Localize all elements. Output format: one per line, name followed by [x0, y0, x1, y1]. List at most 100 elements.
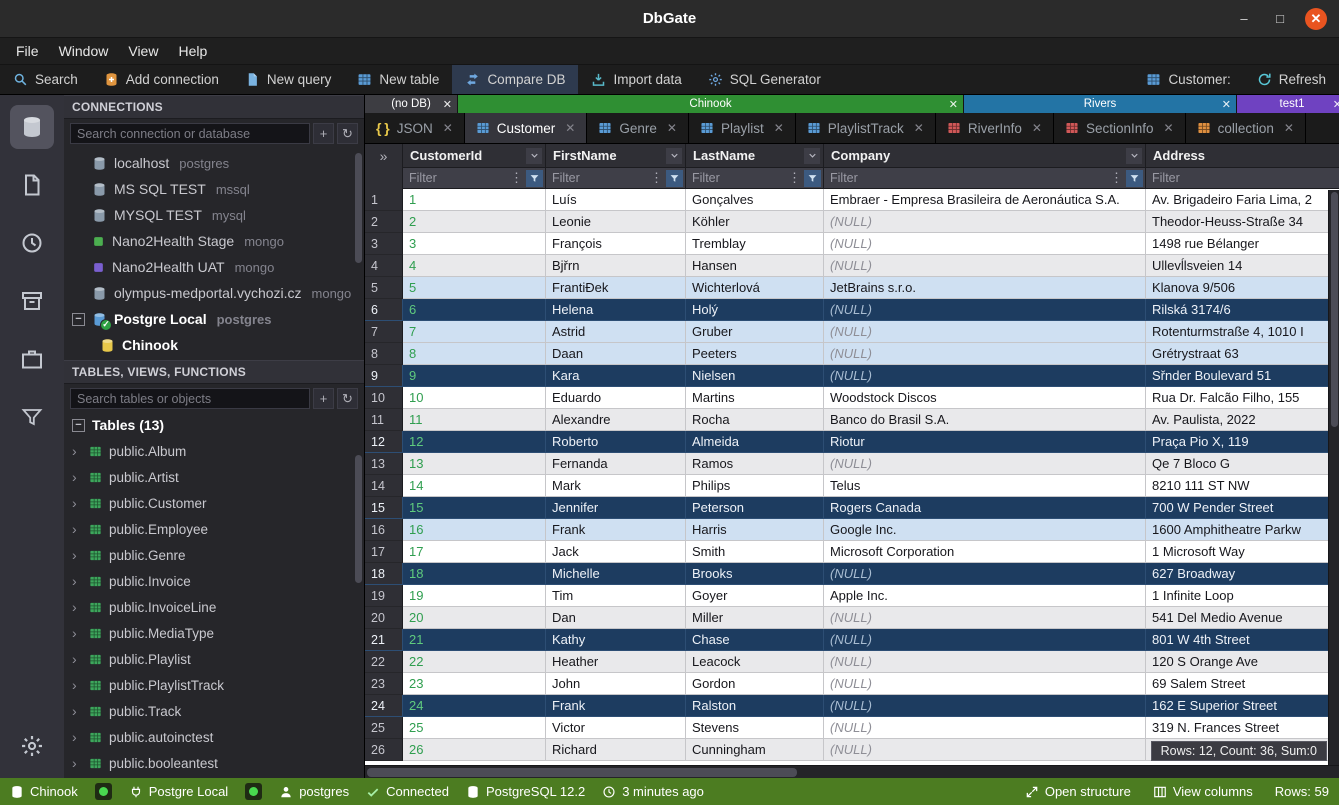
- cell-lastname[interactable]: Chase: [686, 629, 824, 651]
- cell-address[interactable]: Rua Dr. Falcão Filho, 155: [1146, 387, 1339, 409]
- tab-group-rivers[interactable]: Rivers ✕: [964, 95, 1236, 113]
- row-number[interactable]: 24: [365, 695, 403, 717]
- cell-address[interactable]: Qe 7 Bloco G: [1146, 453, 1339, 475]
- statusbar-postgre-local[interactable]: Postgre Local: [129, 784, 229, 799]
- cell-customerid[interactable]: 3: [403, 233, 546, 255]
- cell-address[interactable]: 319 N. Frances Street: [1146, 717, 1339, 739]
- cell-company[interactable]: (NULL): [824, 607, 1146, 629]
- row-number[interactable]: 25: [365, 717, 403, 739]
- cell-company[interactable]: Rogers Canada: [824, 497, 1146, 519]
- cell-lastname[interactable]: Tremblay: [686, 233, 824, 255]
- chevron-right-icon[interactable]: ›: [72, 547, 82, 563]
- filter-funnel-button[interactable]: [1126, 170, 1143, 187]
- cell-address[interactable]: Klanova 9/506: [1146, 277, 1339, 299]
- table-row[interactable]: 18 18 Michelle Brooks (NULL) 627 Broadwa…: [365, 563, 1339, 585]
- row-number[interactable]: 8: [365, 343, 403, 365]
- table-row[interactable]: 21 21 Kathy Chase (NULL) 801 W 4th Stree…: [365, 629, 1339, 651]
- rail-history-button[interactable]: [10, 221, 54, 265]
- cell-firstname[interactable]: Alexandre: [546, 409, 686, 431]
- connection-item-nano2health-stage[interactable]: Nano2Health Stage mongo: [64, 228, 364, 254]
- cell-lastname[interactable]: Leacock: [686, 651, 824, 673]
- connection-item-olympus-medportal-vychozi-cz[interactable]: olympus-medportal.vychozi.cz mongo: [64, 280, 364, 306]
- cell-address[interactable]: 162 E Superior Street: [1146, 695, 1339, 717]
- tab-collection[interactable]: collection ✕: [1186, 113, 1306, 143]
- cell-company[interactable]: Banco do Brasil S.A.: [824, 409, 1146, 431]
- customer-action-button[interactable]: Customer:: [1133, 65, 1243, 94]
- cell-firstname[interactable]: Astrid: [546, 321, 686, 343]
- tab-json[interactable]: { } JSON ✕: [365, 113, 465, 143]
- cell-customerid[interactable]: 13: [403, 453, 546, 475]
- column-menu-button[interactable]: [804, 148, 820, 164]
- tables-search-input[interactable]: [70, 388, 310, 409]
- connection-item-localhost[interactable]: localhost postgres: [64, 150, 364, 176]
- chevron-right-icon[interactable]: ›: [72, 469, 82, 485]
- statusbar-postgresql-12-2[interactable]: PostgreSQL 12.2: [466, 784, 585, 799]
- close-button[interactable]: ✕: [1305, 8, 1327, 30]
- cell-firstname[interactable]: John: [546, 673, 686, 695]
- filter-input-address[interactable]: Filter: [1146, 167, 1339, 189]
- cell-lastname[interactable]: Philips: [686, 475, 824, 497]
- tab-riverinfo[interactable]: RiverInfo ✕: [936, 113, 1054, 143]
- table-row[interactable]: 4 4 Bjřrn Hansen (NULL) Ullevĺlsveien 14: [365, 255, 1339, 277]
- cell-customerid[interactable]: 16: [403, 519, 546, 541]
- close-icon[interactable]: ✕: [1164, 121, 1174, 135]
- cell-company[interactable]: Google Inc.: [824, 519, 1146, 541]
- collapse-icon[interactable]: −: [72, 313, 85, 326]
- close-icon[interactable]: ✕: [914, 121, 924, 135]
- cell-lastname[interactable]: Wichterlová: [686, 277, 824, 299]
- filter-menu-icon[interactable]: ⋮: [507, 170, 526, 186]
- cell-firstname[interactable]: Richard: [546, 739, 686, 761]
- row-number[interactable]: 12: [365, 431, 403, 453]
- cell-company[interactable]: Riotur: [824, 431, 1146, 453]
- cell-customerid[interactable]: 1: [403, 189, 546, 211]
- filter-funnel-button[interactable]: [804, 170, 821, 187]
- row-number[interactable]: 22: [365, 651, 403, 673]
- cell-lastname[interactable]: Hansen: [686, 255, 824, 277]
- column-header-lastname[interactable]: LastName: [686, 144, 824, 167]
- minimize-button[interactable]: –: [1233, 8, 1255, 30]
- cell-lastname[interactable]: Cunningham: [686, 739, 824, 761]
- cell-company[interactable]: (NULL): [824, 343, 1146, 365]
- hscroll-thumb[interactable]: [367, 768, 797, 777]
- table-item-public-customer[interactable]: › public.Customer: [64, 490, 364, 516]
- table-item-public-artist[interactable]: › public.Artist: [64, 464, 364, 490]
- cell-customerid[interactable]: 24: [403, 695, 546, 717]
- cell-address[interactable]: 1 Infinite Loop: [1146, 585, 1339, 607]
- table-row[interactable]: 17 17 Jack Smith Microsoft Corporation 1…: [365, 541, 1339, 563]
- statusbar-open-structure[interactable]: Open structure: [1025, 784, 1131, 799]
- tables-scrollbar[interactable]: [355, 455, 362, 583]
- filter-funnel-button[interactable]: [526, 170, 543, 187]
- table-row[interactable]: 20 20 Dan Miller (NULL) 541 Del Medio Av…: [365, 607, 1339, 629]
- cell-company[interactable]: (NULL): [824, 233, 1146, 255]
- row-number[interactable]: 2: [365, 211, 403, 233]
- row-number[interactable]: 16: [365, 519, 403, 541]
- cell-address[interactable]: Av. Brigadeiro Faria Lima, 2: [1146, 189, 1339, 211]
- row-number[interactable]: 15: [365, 497, 403, 519]
- statusbar-postgres[interactable]: postgres: [279, 784, 349, 799]
- cell-address[interactable]: 1498 rue Bélanger: [1146, 233, 1339, 255]
- table-row[interactable]: 11 11 Alexandre Rocha Banco do Brasil S.…: [365, 409, 1339, 431]
- table-item-public-playlist[interactable]: › public.Playlist: [64, 646, 364, 672]
- refresh-tables-button[interactable]: ↻: [337, 388, 358, 409]
- cell-lastname[interactable]: Nielsen: [686, 365, 824, 387]
- connection-item-mysql-test[interactable]: MYSQL TEST mysql: [64, 202, 364, 228]
- column-menu-button[interactable]: [526, 148, 542, 164]
- row-number[interactable]: 14: [365, 475, 403, 497]
- table-row[interactable]: 1 1 Luís Gonçalves Embraer - Empresa Bra…: [365, 189, 1339, 211]
- table-row[interactable]: 7 7 Astrid Gruber (NULL) Rotenturmstraße…: [365, 321, 1339, 343]
- tab-group-test1[interactable]: test1 ✕: [1237, 95, 1339, 113]
- menu-file[interactable]: File: [6, 40, 49, 62]
- close-icon[interactable]: ✕: [774, 121, 784, 135]
- cell-customerid[interactable]: 17: [403, 541, 546, 563]
- new-query-button[interactable]: New query: [232, 65, 345, 94]
- add-connection-small-button[interactable]: +: [313, 123, 334, 144]
- table-row[interactable]: 23 23 John Gordon (NULL) 69 Salem Street: [365, 673, 1339, 695]
- cell-company[interactable]: (NULL): [824, 365, 1146, 387]
- grid-corner-button[interactable]: »: [365, 144, 403, 167]
- cell-company[interactable]: (NULL): [824, 563, 1146, 585]
- table-row[interactable]: 15 15 Jennifer Peterson Rogers Canada 70…: [365, 497, 1339, 519]
- cell-firstname[interactable]: François: [546, 233, 686, 255]
- cell-firstname[interactable]: Frank: [546, 519, 686, 541]
- table-row[interactable]: 2 2 Leonie Köhler (NULL) Theodor-Heuss-S…: [365, 211, 1339, 233]
- cell-firstname[interactable]: Victor: [546, 717, 686, 739]
